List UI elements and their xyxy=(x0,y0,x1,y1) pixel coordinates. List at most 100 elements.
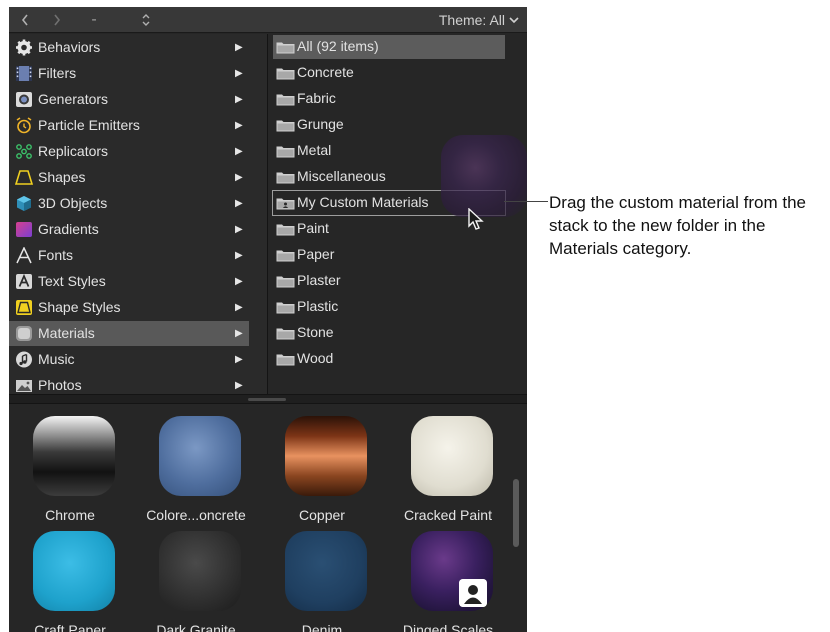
chevron-right-icon: ▶ xyxy=(235,94,243,105)
shape-trapezoid-icon xyxy=(15,170,33,185)
copper-swatch xyxy=(285,416,367,496)
chevron-left-icon xyxy=(21,14,28,26)
folder-icon xyxy=(276,302,295,314)
library-panel: - Theme: All Behaviors ▶ Filters ▶ Gener… xyxy=(9,7,527,632)
folder-item-fabric[interactable]: Fabric xyxy=(273,87,505,111)
category-text-styles[interactable]: Text Styles ▶ xyxy=(9,269,267,294)
generator-icon xyxy=(16,92,32,107)
category-label: Fonts xyxy=(38,247,74,263)
folder-icon xyxy=(276,120,295,132)
folder-item-stone[interactable]: Stone xyxy=(273,321,505,345)
dinged-scales-swatch xyxy=(411,531,493,611)
category-shapes[interactable]: Shapes ▶ xyxy=(9,165,267,190)
material-label: Colore...oncrete xyxy=(146,507,246,523)
folder-label: Fabric xyxy=(297,90,336,106)
folder-item-wood[interactable]: Wood xyxy=(273,347,505,371)
category-label: Particle Emitters xyxy=(38,117,140,133)
material-label: Craft Paper xyxy=(34,622,106,632)
material-label: Denim xyxy=(301,622,343,632)
split-grip[interactable] xyxy=(248,398,286,401)
folder-icon xyxy=(276,146,295,158)
folder-item-grunge[interactable]: Grunge xyxy=(273,113,505,137)
chevron-right-icon: ▶ xyxy=(235,328,243,339)
folder-label: Paint xyxy=(297,220,329,236)
chevron-right-icon: ▶ xyxy=(235,276,243,287)
chrome-swatch xyxy=(33,416,115,496)
chevron-right-icon: ▶ xyxy=(235,120,243,131)
shape-style-icon xyxy=(16,300,32,315)
text-style-icon xyxy=(16,273,32,289)
chevron-right-icon: ▶ xyxy=(235,198,243,209)
folder-item-paper[interactable]: Paper xyxy=(273,243,505,267)
chevron-right-icon: ▶ xyxy=(235,380,243,391)
sort-button[interactable] xyxy=(139,10,153,30)
category-filters[interactable]: Filters ▶ xyxy=(9,61,267,86)
category-behaviors[interactable]: Behaviors ▶ xyxy=(9,35,267,60)
category-gradients[interactable]: Gradients ▶ xyxy=(9,217,267,242)
folder-icon xyxy=(276,224,295,236)
folder-user-icon xyxy=(276,198,295,210)
folder-item-plaster[interactable]: Plaster xyxy=(273,269,505,293)
theme-label: Theme: All xyxy=(438,12,505,28)
dragged-material-preview xyxy=(441,135,527,217)
category-3d-objects[interactable]: 3D Objects ▶ xyxy=(9,191,267,216)
alarm-clock-icon xyxy=(16,117,32,134)
theme-popup[interactable]: Theme: All xyxy=(439,11,519,31)
category-label: Music xyxy=(38,351,75,367)
folder-icon xyxy=(276,94,295,106)
grid-scrollbar[interactable] xyxy=(513,479,519,547)
category-label: Shape Styles xyxy=(38,299,121,315)
chevron-right-icon: ▶ xyxy=(235,42,243,53)
folder-item-concrete[interactable]: Concrete xyxy=(273,61,505,85)
folder-label: Plastic xyxy=(297,298,339,314)
folder-label: All (92 items) xyxy=(297,38,379,54)
folder-icon xyxy=(276,276,295,288)
material-label: Copper xyxy=(299,507,345,523)
category-label: Shapes xyxy=(38,169,86,185)
material-label: Cracked Paint xyxy=(404,507,492,523)
category-music[interactable]: Music ▶ xyxy=(9,347,267,372)
chevron-right-icon: ▶ xyxy=(235,250,243,261)
category-particle-emitters[interactable]: Particle Emitters ▶ xyxy=(9,113,267,138)
folder-icon xyxy=(276,354,295,366)
callout-text: Drag the custom material from the stack … xyxy=(549,193,806,258)
folder-label: My Custom Materials xyxy=(297,194,429,210)
dark-granite-swatch xyxy=(159,531,241,611)
category-materials[interactable]: Materials ▶ xyxy=(9,321,249,346)
folder-label: Miscellaneous xyxy=(297,168,386,184)
category-label: Behaviors xyxy=(38,39,101,55)
chevron-right-icon: ▶ xyxy=(235,146,243,157)
category-shape-styles[interactable]: Shape Styles ▶ xyxy=(9,295,267,320)
cube-icon xyxy=(17,196,31,211)
folder-label: Plaster xyxy=(297,272,341,288)
category-list: Behaviors ▶ Filters ▶ Generators ▶ Parti… xyxy=(9,34,267,394)
split-handle[interactable] xyxy=(9,394,527,404)
chevron-right-icon: ▶ xyxy=(235,354,243,365)
category-label: Text Styles xyxy=(38,273,106,289)
craft-paper-swatch xyxy=(33,531,115,611)
font-a-icon xyxy=(16,247,32,264)
chevron-right-icon: ▶ xyxy=(235,302,243,313)
callout-leader-line xyxy=(504,201,548,202)
back-button[interactable] xyxy=(17,10,33,30)
music-note-icon xyxy=(16,351,32,368)
forward-button[interactable] xyxy=(49,10,65,30)
folder-icon xyxy=(276,172,295,184)
replicator-dots-icon xyxy=(16,144,32,159)
folder-item-all[interactable]: All (92 items) xyxy=(273,35,505,59)
chevron-right-icon: ▶ xyxy=(235,224,243,235)
photo-icon xyxy=(16,380,32,392)
folder-item-plastic[interactable]: Plastic xyxy=(273,295,505,319)
library-toolbar: - Theme: All xyxy=(9,7,527,33)
category-label: Filters xyxy=(38,65,77,81)
folder-label: Grunge xyxy=(297,116,344,132)
materials-icon xyxy=(16,326,32,341)
category-fonts[interactable]: Fonts ▶ xyxy=(9,243,267,268)
category-label: Generators xyxy=(38,91,109,107)
category-generators[interactable]: Generators ▶ xyxy=(9,87,267,112)
pointer-cursor-icon xyxy=(468,208,484,230)
sort-updown-icon xyxy=(142,14,150,26)
category-replicators[interactable]: Replicators ▶ xyxy=(9,139,267,164)
folder-icon xyxy=(276,42,295,54)
category-label: 3D Objects xyxy=(38,195,108,211)
